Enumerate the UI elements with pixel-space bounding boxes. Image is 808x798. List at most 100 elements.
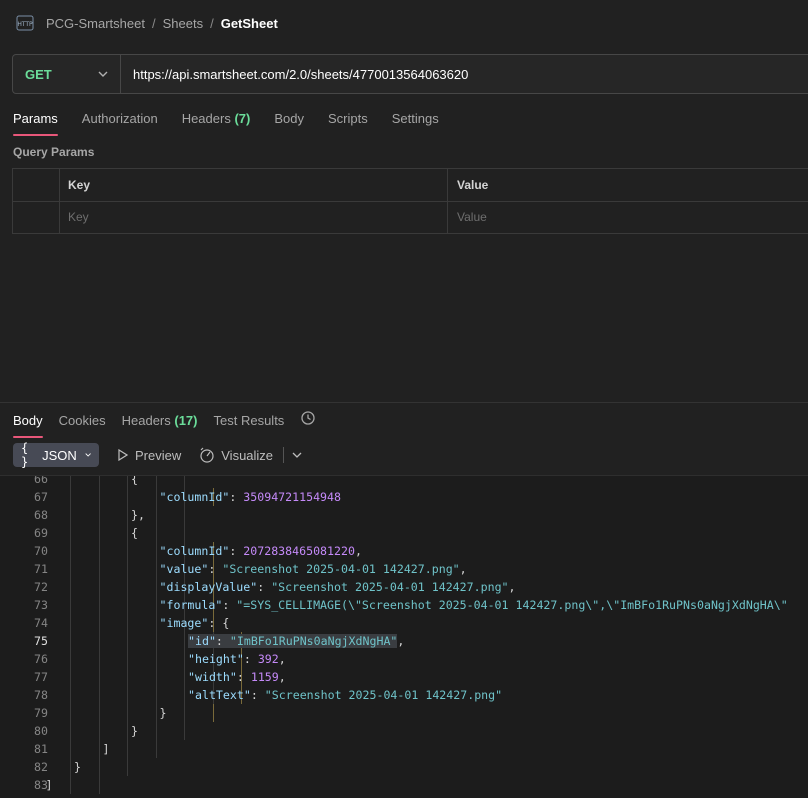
key-column-header: Key — [68, 178, 91, 192]
tab-cookies[interactable]: Cookies — [59, 413, 106, 438]
toolbar-divider — [283, 447, 285, 463]
indent-guide — [127, 596, 128, 614]
indent-guide — [70, 758, 71, 776]
code-content: "id": "ImBFo1RuPNs0aNgjXdNgHA", — [188, 632, 404, 650]
json-key: "columnId" — [159, 544, 230, 558]
json-punctuation: { — [131, 475, 138, 486]
indent-guide — [184, 650, 185, 668]
indent-guide — [184, 668, 185, 686]
indent-guide — [98, 686, 100, 704]
history-icon — [301, 411, 315, 425]
value-input[interactable]: Value — [448, 201, 808, 233]
indent-guide — [184, 632, 185, 650]
table-header-row: Key Value — [13, 169, 808, 202]
indent-guide — [155, 596, 157, 614]
indent-guide — [98, 524, 100, 542]
tab-label: Body — [13, 412, 43, 428]
indent-guide — [70, 614, 71, 632]
breadcrumb-folder[interactable]: Sheets — [163, 16, 203, 31]
indent-guide — [155, 740, 157, 758]
indent-guide — [70, 578, 71, 596]
breadcrumb-separator: / — [210, 15, 214, 31]
format-select[interactable]: { } JSON — [13, 441, 99, 469]
breadcrumb-collection[interactable]: PCG-Smartsheet — [46, 16, 145, 31]
pane-divider[interactable] — [0, 402, 808, 403]
json-punctuation: , — [397, 634, 405, 648]
indent-guide — [127, 650, 128, 668]
value-column-header: Value — [457, 178, 489, 192]
indent-guide — [184, 704, 185, 722]
indent-guide — [127, 488, 128, 506]
braces-icon: { } — [21, 441, 29, 469]
line-number: 69 — [34, 526, 48, 540]
indent-guide — [155, 524, 157, 542]
indent-guide — [127, 740, 128, 758]
query-params-table: Key Value Key Value — [12, 168, 808, 234]
play-icon — [118, 449, 129, 461]
json-key: "id" — [188, 634, 216, 648]
indent-guide — [155, 668, 157, 686]
indent-guide — [70, 668, 71, 686]
indent-guide — [184, 476, 185, 488]
indent-guide — [98, 506, 100, 524]
visualize-button[interactable]: Visualize — [199, 447, 273, 463]
tab-headers[interactable]: Headers (7) — [182, 111, 251, 136]
code-line: 78 "altText": "Screenshot 2025-04-01 1424… — [0, 686, 808, 704]
line-number: 71 — [34, 562, 48, 576]
method-select[interactable]: GET — [13, 55, 121, 93]
line-number: 79 — [34, 706, 48, 720]
response-body-viewer[interactable]: 66{67 "columnId": 35094721154948 68}, 69{70… — [0, 475, 808, 798]
request-tabs: Params Authorization Headers (7) Body Sc… — [13, 111, 463, 136]
indent-guide — [70, 704, 71, 722]
breadcrumb-separator: / — [151, 15, 156, 31]
tab-body[interactable]: Body — [274, 111, 304, 136]
json-punctuation: : — [215, 634, 230, 648]
preview-button[interactable]: Preview — [117, 448, 181, 463]
json-punctuation: : — [229, 544, 244, 558]
json-punctuation: : — [236, 670, 251, 684]
indent-guide — [155, 560, 157, 578]
indent-guide — [98, 722, 100, 740]
tab-scripts[interactable]: Scripts — [328, 111, 368, 136]
indent-guide — [98, 542, 100, 560]
indent-guide — [184, 506, 185, 524]
json-punctuation: , — [354, 544, 362, 558]
json-punctuation: , — [508, 580, 516, 594]
code-line: 80} — [0, 722, 808, 740]
indent-guide — [98, 476, 100, 488]
code-line: 79} — [0, 704, 808, 722]
json-punctuation: } — [74, 760, 81, 774]
json-key: "image" — [159, 616, 209, 630]
key-input[interactable]: Key — [60, 201, 448, 233]
tab-label: Authorization — [81, 111, 158, 126]
line-number: 83 — [34, 778, 48, 792]
tab-response-headers[interactable]: Headers (17) — [122, 413, 198, 438]
indent-guide — [127, 560, 128, 578]
history-button[interactable] — [300, 411, 316, 439]
response-toolbar: { } JSON Preview Visualize — [13, 441, 302, 469]
indent-guide — [127, 686, 128, 704]
indent-guide — [155, 476, 157, 488]
breadcrumb-request[interactable]: GetSheet — [221, 16, 278, 31]
json-punctuation: : — [229, 490, 244, 504]
indent-guide — [70, 542, 71, 560]
indent-guide — [98, 668, 100, 686]
tab-settings[interactable]: Settings — [392, 111, 439, 136]
line-number: 75 — [34, 634, 48, 648]
code-line: 66 { — [0, 475, 808, 488]
json-number: 1159 — [250, 670, 279, 684]
tab-response-body[interactable]: Body — [13, 413, 43, 438]
json-punctuation: }, — [131, 508, 145, 522]
json-key: "value" — [159, 562, 209, 576]
indent-guide — [127, 578, 128, 596]
tab-authorization[interactable]: Authorization — [82, 111, 158, 136]
json-string: "ImBFo1RuPNs0aNgjXdNgHA" — [229, 634, 398, 648]
indent-guide — [98, 488, 100, 506]
tab-params[interactable]: Params — [13, 111, 58, 136]
url-input[interactable]: https://api.smartsheet.com/2.0/sheets/47… — [121, 67, 468, 82]
json-number: 392 — [257, 652, 279, 666]
tab-test-results[interactable]: Test Results — [214, 413, 285, 438]
visualize-menu-button[interactable] — [292, 452, 302, 458]
indent-guide — [155, 722, 157, 740]
indent-guide — [70, 740, 71, 758]
